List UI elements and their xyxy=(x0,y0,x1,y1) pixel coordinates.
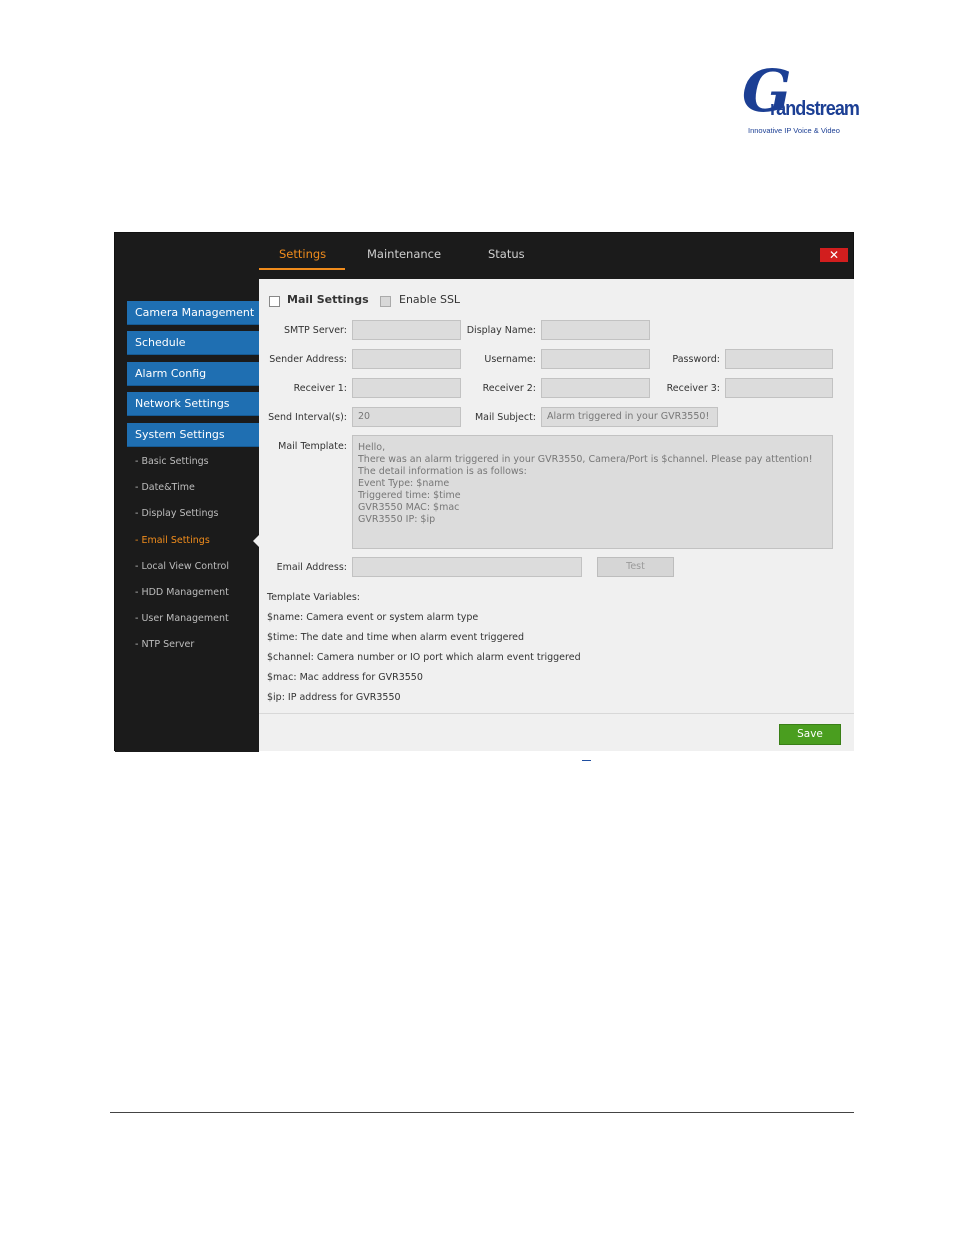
template-variable-line: $mac: Mac address for GVR3550 xyxy=(267,672,423,683)
mail-settings-checkbox[interactable] xyxy=(269,296,280,307)
mail-subject-input[interactable]: Alarm triggered in your GVR3550! xyxy=(541,407,718,427)
sidebar-sub-basic-settings[interactable]: - Basic Settings xyxy=(135,456,209,467)
username-label: Username: xyxy=(484,354,536,365)
template-line: There was an alarm triggered in your GVR… xyxy=(358,454,813,465)
sidebar-item-alarm-config[interactable]: Alarm Config xyxy=(127,362,259,386)
template-variable-line: $channel: Camera number or IO port which… xyxy=(267,652,581,663)
tab-settings[interactable]: Settings xyxy=(279,247,326,261)
mail-template-label: Mail Template: xyxy=(278,441,347,452)
smtp-server-label: SMTP Server: xyxy=(284,325,347,336)
sidebar-sub-user-management[interactable]: - User Management xyxy=(135,613,229,624)
receiver-2-input[interactable] xyxy=(541,378,650,398)
sender-address-label: Sender Address: xyxy=(269,354,347,365)
sidebar: Camera Management Schedule Alarm Config … xyxy=(115,279,259,752)
receiver-3-input[interactable] xyxy=(725,378,833,398)
password-label: Password: xyxy=(672,354,720,365)
logo-brand: randstream xyxy=(770,98,860,120)
sidebar-sub-ntp-server[interactable]: - NTP Server xyxy=(135,639,194,650)
receiver-2-label: Receiver 2: xyxy=(482,383,536,394)
logo-tagline: Innovative IP Voice & Video xyxy=(748,126,840,135)
sidebar-item-schedule[interactable]: Schedule xyxy=(127,331,259,355)
sidebar-item-camera-management[interactable]: Camera Management xyxy=(127,301,259,325)
top-nav: Settings Maintenance Status ✕ xyxy=(115,233,853,279)
footer-divider xyxy=(259,713,854,714)
tab-status[interactable]: Status xyxy=(488,247,525,261)
template-variable-line: $name: Camera event or system alarm type xyxy=(267,612,479,623)
sidebar-sub-display-settings[interactable]: - Display Settings xyxy=(135,508,218,519)
mail-template-textarea[interactable]: Hello, There was an alarm triggered in y… xyxy=(352,435,833,549)
tab-maintenance[interactable]: Maintenance xyxy=(367,247,441,261)
template-variables-heading: Template Variables: xyxy=(267,592,360,603)
username-input[interactable] xyxy=(541,349,650,369)
email-settings-panel: Mail Settings Enable SSL SMTP Server: Di… xyxy=(259,279,854,751)
email-address-label: Email Address: xyxy=(276,562,347,573)
sidebar-item-network-settings[interactable]: Network Settings xyxy=(127,392,259,416)
template-variable-line: $ip: IP address for GVR3550 xyxy=(267,692,401,703)
template-line: GVR3550 MAC: $mac xyxy=(358,502,460,513)
send-interval-label: Send Interval(s): xyxy=(268,412,347,423)
active-tab-indicator xyxy=(259,268,345,270)
receiver-1-input[interactable] xyxy=(352,378,461,398)
template-line: GVR3550 IP: $ip xyxy=(358,514,436,525)
grandstream-logo: G randstream Innovative IP Voice & Video xyxy=(742,62,860,138)
enable-ssl-label: Enable SSL xyxy=(399,293,461,306)
sidebar-item-system-settings[interactable]: System Settings xyxy=(127,423,259,447)
sidebar-sub-local-view-control[interactable]: - Local View Control xyxy=(135,561,229,572)
password-input[interactable] xyxy=(725,349,833,369)
display-name-input[interactable] xyxy=(541,320,650,340)
enable-ssl-checkbox[interactable] xyxy=(380,296,391,307)
mail-subject-label: Mail Subject: xyxy=(474,412,536,423)
sender-address-input[interactable] xyxy=(352,349,461,369)
template-variable-line: $time: The date and time when alarm even… xyxy=(267,632,525,643)
display-name-label: Display Name: xyxy=(466,325,536,336)
test-button[interactable]: Test xyxy=(597,557,674,577)
receiver-3-label: Receiver 3: xyxy=(666,383,720,394)
caption-link-mark xyxy=(582,760,591,761)
save-button[interactable]: Save xyxy=(779,724,841,745)
gvr-web-ui: Settings Maintenance Status ✕ Camera Man… xyxy=(114,232,854,752)
sidebar-sub-date-time[interactable]: - Date&Time xyxy=(135,482,195,493)
template-line: Hello, xyxy=(358,442,386,453)
template-line: Event Type: $name xyxy=(358,478,450,489)
mail-settings-label: Mail Settings xyxy=(287,293,369,306)
page-footer-rule xyxy=(110,1112,854,1113)
email-address-input[interactable] xyxy=(352,557,582,577)
sidebar-sub-hdd-management[interactable]: - HDD Management xyxy=(135,587,229,598)
sidebar-sub-email-settings[interactable]: - Email Settings xyxy=(135,535,210,546)
template-line: Triggered time: $time xyxy=(358,490,461,501)
close-button[interactable]: ✕ xyxy=(820,248,848,262)
send-interval-input[interactable]: 20 xyxy=(352,407,461,427)
receiver-1-label: Receiver 1: xyxy=(293,383,347,394)
close-icon: ✕ xyxy=(828,248,840,262)
smtp-server-input[interactable] xyxy=(352,320,461,340)
template-line: The detail information is as follows: xyxy=(358,466,527,477)
